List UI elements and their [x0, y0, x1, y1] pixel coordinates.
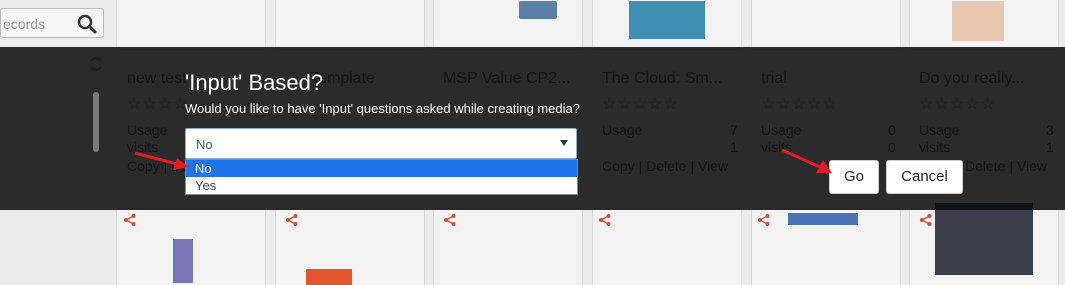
select-value: No: [196, 137, 213, 152]
media-card[interactable]: [275, 208, 425, 285]
option-no[interactable]: No: [186, 160, 577, 177]
search-input[interactable]: ecords: [3, 16, 45, 32]
share-icon[interactable]: [124, 214, 136, 226]
search-box[interactable]: ecords: [0, 8, 104, 38]
media-card[interactable]: [433, 0, 583, 50]
search-icon[interactable]: [77, 14, 97, 34]
visits-count: 1: [1046, 139, 1054, 155]
card-thumbnail: [629, 1, 705, 39]
rating-stars: ☆☆☆☆: [127, 96, 189, 113]
usage-count: 3: [1046, 122, 1054, 138]
media-card[interactable]: [275, 0, 425, 50]
usage-count: 0: [888, 122, 896, 138]
media-card[interactable]: [116, 208, 266, 285]
input-based-select[interactable]: No: [185, 128, 577, 159]
share-icon[interactable]: [920, 214, 932, 226]
share-icon[interactable]: [286, 214, 298, 226]
media-card[interactable]: [592, 0, 742, 50]
usage-label: Usage: [761, 122, 802, 138]
annotation-arrow-icon: [781, 148, 832, 173]
card-thumbnail: [306, 269, 352, 285]
dialog-question: Would you like to have 'Input' questions…: [185, 101, 580, 116]
annotation-arrow-icon: [134, 151, 189, 170]
card-thumbnail: [519, 1, 557, 19]
share-icon[interactable]: [758, 214, 770, 226]
visits-count: 1: [730, 139, 738, 155]
dialog-title: 'Input' Based?: [185, 70, 324, 95]
usage-label: Usage: [602, 122, 643, 138]
card-title: Do you really...: [919, 70, 1025, 87]
card-thumbnail: [173, 239, 193, 283]
scroll-handle[interactable]: [93, 92, 99, 152]
visits-label: visits: [919, 139, 951, 155]
option-yes[interactable]: Yes: [186, 177, 577, 194]
media-card[interactable]: [909, 0, 1059, 50]
visits-count: 0: [888, 139, 896, 155]
usage-label: Usage: [919, 122, 960, 138]
usage-count: 7: [730, 122, 738, 138]
card-thumbnail: [788, 213, 858, 225]
card-thumbnail: [935, 203, 1033, 275]
select-dropdown-list: No Yes: [185, 159, 578, 195]
media-card[interactable]: [909, 203, 1059, 285]
card-title: new test: [127, 70, 187, 87]
chevron-down-icon[interactable]: [560, 140, 568, 146]
rating-stars: ☆☆☆☆☆: [602, 96, 679, 113]
media-card[interactable]: [751, 0, 901, 50]
media-card[interactable]: [116, 0, 266, 50]
go-button[interactable]: Go: [829, 160, 879, 194]
cancel-button[interactable]: Cancel: [886, 160, 963, 194]
media-card[interactable]: [433, 208, 583, 285]
card-actions: Copy | Delete | View: [602, 158, 729, 174]
card-actions: Delete | View: [965, 158, 1047, 174]
card-title: MSP Value CP2...: [443, 70, 571, 87]
share-icon[interactable]: [599, 214, 611, 226]
sync-icon[interactable]: [88, 56, 104, 72]
card-title: trial: [761, 70, 787, 87]
rating-stars: ☆☆☆☆☆: [761, 96, 838, 113]
card-thumbnail: [952, 1, 1004, 41]
card-title: The Cloud: Sm...: [602, 70, 723, 87]
rating-stars: ☆☆☆☆☆: [919, 96, 996, 113]
share-icon[interactable]: [444, 214, 456, 226]
media-card[interactable]: [592, 208, 742, 285]
usage-label: Usage: [127, 122, 168, 138]
media-card[interactable]: [751, 208, 901, 285]
